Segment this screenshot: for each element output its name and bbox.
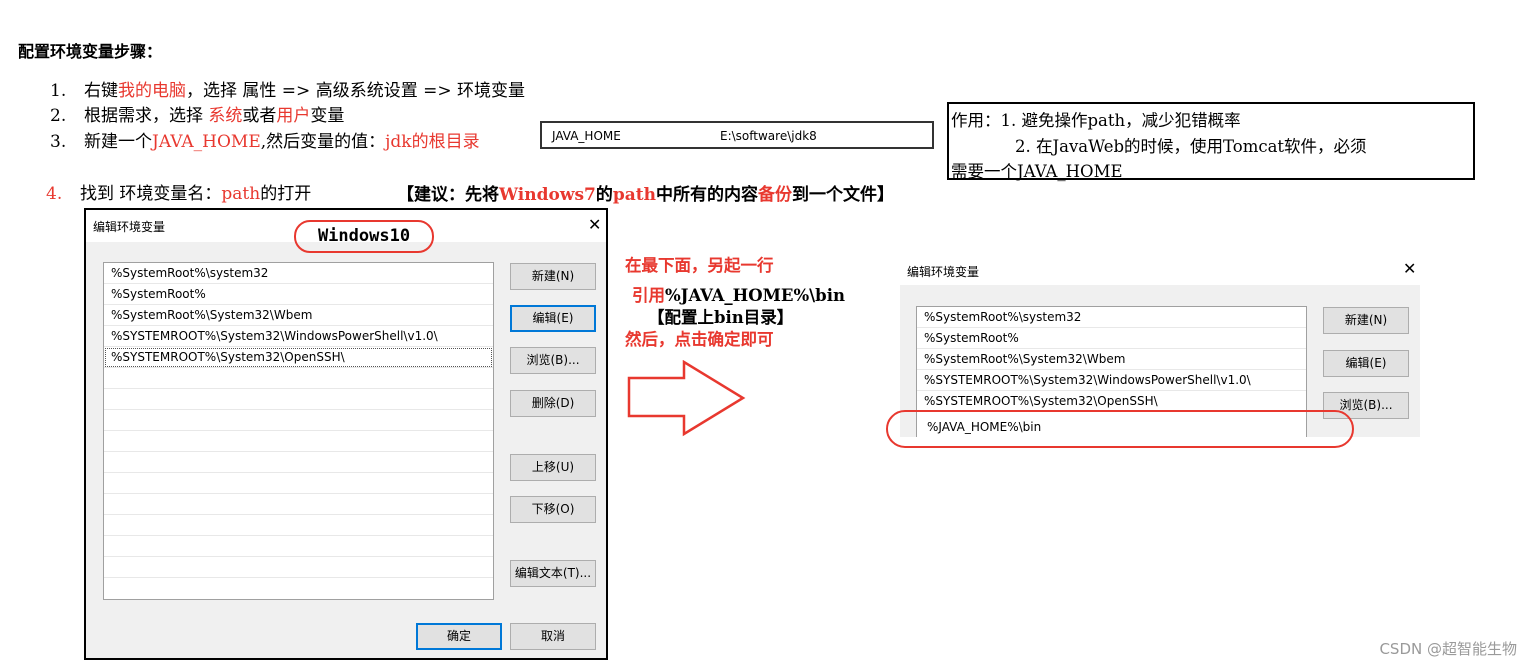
empty-row	[104, 410, 493, 431]
annotation-line: 在最下面，另起一行	[625, 256, 774, 275]
empty-row	[104, 431, 493, 452]
step-highlight: 我的电脑	[118, 81, 186, 101]
dialog-title: 编辑环境变量	[907, 265, 980, 279]
step-number: 1.	[50, 81, 67, 101]
cancel-button[interactable]: 取消	[510, 623, 596, 650]
tip-highlight: 备份	[758, 185, 792, 205]
watermark: CSDN @超智能生物	[1379, 640, 1517, 658]
purpose-note: 作用：1. 避免操作path，减少犯错概率 2. 在JavaWeb的时候，使用T…	[947, 102, 1475, 181]
step-highlight: JAVA_HOME	[152, 132, 261, 152]
step-highlight: 系统	[208, 106, 243, 126]
list-item[interactable]: %SystemRoot%\System32\Wbem	[917, 349, 1306, 370]
windows10-badge: Windows10	[294, 220, 434, 253]
step-text: 或者	[242, 106, 277, 126]
empty-row	[104, 452, 493, 473]
step-text: 找到 环境变量名：	[80, 184, 222, 204]
note-line: 2. 在JavaWeb的时候，使用Tomcat软件，必须	[1015, 137, 1367, 156]
edit-env-dialog-win10: 编辑环境变量 ✕ %SystemRoot%\system32 %SystemRo…	[84, 208, 608, 660]
dialog-title: 编辑环境变量	[93, 220, 166, 234]
step-highlight: path	[221, 184, 261, 204]
note-line: 作用：1. 避免操作path，减少犯错概率	[951, 111, 1241, 130]
empty-row	[104, 389, 493, 410]
empty-row	[104, 578, 493, 599]
tip-text: 中所有的内容	[656, 185, 758, 205]
annotation-code: %JAVA_HOME%\bin	[665, 286, 845, 305]
empty-row	[104, 473, 493, 494]
close-icon[interactable]: ✕	[588, 217, 601, 233]
list-item[interactable]: %SystemRoot%	[917, 328, 1306, 349]
close-icon[interactable]: ✕	[1403, 261, 1416, 277]
step-number: 2.	[50, 106, 67, 126]
ok-button[interactable]: 确定	[416, 623, 502, 650]
annotation-line: 然后，点击确定即可	[625, 330, 774, 349]
move-down-button[interactable]: 下移(O)	[510, 496, 596, 523]
path-list[interactable]: %SystemRoot%\system32 %SystemRoot% %Syst…	[103, 262, 494, 600]
env-variable-row: JAVA_HOME E:\software\jdk8	[540, 121, 934, 149]
annotation-line: 【配置上bin目录】	[648, 308, 794, 327]
step-text: 右键	[84, 81, 118, 101]
list-item[interactable]: %SystemRoot%\system32	[104, 263, 493, 284]
tip-highlight: path	[612, 185, 656, 205]
env-variable-name: JAVA_HOME	[552, 129, 621, 143]
note-line: 需要一个JAVA_HOME	[951, 162, 1123, 181]
new-entry-highlight	[886, 410, 1354, 448]
list-item[interactable]: %SYSTEMROOT%\System32\OpenSSH\	[917, 391, 1306, 412]
step-text: 根据需求，选择	[84, 106, 209, 126]
annotation-line: 引用%JAVA_HOME%\bin	[632, 282, 845, 306]
right-arrow-icon	[627, 360, 746, 437]
step-2: 2. 根据需求，选择 系统或者用户变量	[50, 101, 344, 126]
empty-row	[104, 515, 493, 536]
list-item[interactable]: %SystemRoot%\system32	[917, 307, 1306, 328]
step-number: 4.	[46, 184, 63, 204]
step-text: ，选择 属性 => 高级系统设置 => 环境变量	[186, 81, 525, 101]
tip-text: 的	[595, 185, 613, 205]
tip-text: 【建议：先将	[397, 185, 499, 205]
page-title: 配置环境变量步骤：	[18, 42, 163, 61]
tip-text: 到一个文件】	[792, 185, 894, 205]
list-item[interactable]: %SYSTEMROOT%\System32\WindowsPowerShell\…	[917, 370, 1306, 391]
env-variable-value: E:\software\jdk8	[720, 129, 817, 143]
browse-button[interactable]: 浏览(B)...	[510, 347, 596, 374]
step-text: ,然后变量的值：	[260, 132, 386, 152]
edit-button[interactable]: 编辑(E)	[510, 305, 596, 332]
annotation-highlight: 引用	[632, 286, 665, 305]
empty-row	[104, 368, 493, 389]
step-1: 1. 右键我的电脑，选择 属性 => 高级系统设置 => 环境变量	[50, 76, 525, 101]
step-4: 4. 找到 环境变量名：path的打开	[46, 179, 311, 204]
list-item[interactable]: %SYSTEMROOT%\System32\WindowsPowerShell\…	[104, 326, 493, 347]
new-button[interactable]: 新建(N)	[1323, 307, 1409, 334]
empty-row	[104, 557, 493, 578]
tip-highlight: Windows7	[499, 185, 596, 205]
list-item[interactable]: %SystemRoot%\System32\Wbem	[104, 305, 493, 326]
move-up-button[interactable]: 上移(U)	[510, 454, 596, 481]
step-text: 变量	[310, 106, 345, 126]
step-3: 3. 新建一个JAVA_HOME,然后变量的值：jdk的根目录	[50, 127, 480, 152]
new-button[interactable]: 新建(N)	[510, 263, 596, 290]
empty-row	[104, 494, 493, 515]
edit-text-button[interactable]: 编辑文本(T)...	[510, 560, 596, 587]
backup-tip: 【建议：先将Windows7的path中所有的内容备份到一个文件】	[397, 180, 894, 205]
dialog-titlebar: 编辑环境变量 ✕	[900, 255, 1420, 285]
step-number: 3.	[50, 132, 67, 152]
list-item[interactable]: %SYSTEMROOT%\System32\OpenSSH\	[104, 347, 493, 368]
step-highlight: 用户	[276, 106, 311, 126]
list-item[interactable]: %SystemRoot%	[104, 284, 493, 305]
empty-row	[104, 536, 493, 557]
edit-button[interactable]: 编辑(E)	[1323, 350, 1409, 377]
delete-button[interactable]: 删除(D)	[510, 390, 596, 417]
step-text: 新建一个	[84, 132, 152, 152]
step-highlight: jdk的根目录	[385, 132, 480, 152]
step-text: 的打开	[260, 184, 312, 204]
